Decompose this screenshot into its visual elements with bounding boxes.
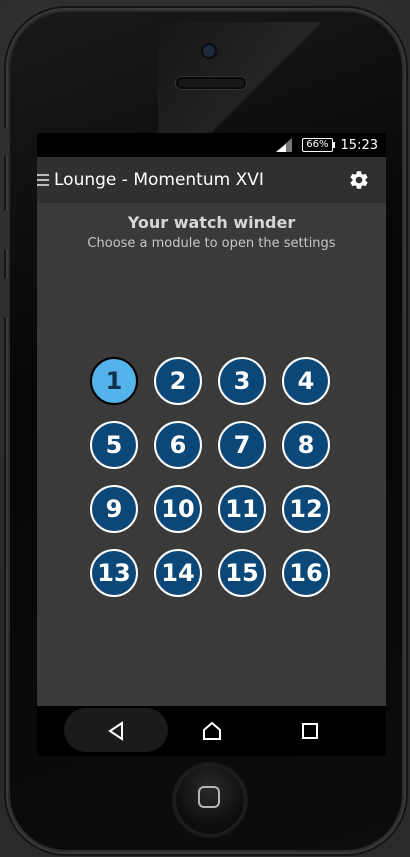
- module-button-2[interactable]: 2: [154, 357, 202, 405]
- volume-down-button: [4, 278, 9, 318]
- recent-apps-icon[interactable]: [299, 720, 321, 742]
- module-button-9[interactable]: 9: [90, 485, 138, 533]
- app-bar: Lounge - Momentum XVI: [37, 157, 386, 203]
- gear-icon[interactable]: [348, 169, 370, 191]
- back-icon[interactable]: [105, 720, 127, 742]
- page-subtitle: Choose a module to open the settings: [87, 236, 336, 251]
- module-button-4[interactable]: 4: [282, 357, 330, 405]
- header-section: Your watch winder Choose a module to ope…: [37, 213, 386, 251]
- menu-icon[interactable]: [37, 174, 49, 186]
- physical-home-button[interactable]: [174, 764, 246, 836]
- module-button-3[interactable]: 3: [218, 357, 266, 405]
- module-button-7[interactable]: 7: [218, 421, 266, 469]
- module-button-10[interactable]: 10: [154, 485, 202, 533]
- module-button-13[interactable]: 13: [90, 549, 138, 597]
- page-title: Your watch winder: [127, 213, 296, 232]
- mute-switch: [4, 128, 9, 156]
- home-icon[interactable]: [201, 720, 223, 742]
- phone-screen: 66% 15:23 Lounge - Momentum XVI Your wat…: [37, 133, 386, 753]
- front-camera: [203, 45, 215, 57]
- module-button-8[interactable]: 8: [282, 421, 330, 469]
- module-button-14[interactable]: 14: [154, 549, 202, 597]
- status-bar: 66% 15:23: [37, 133, 386, 157]
- status-time: 15:23: [340, 137, 378, 153]
- earpiece-speaker: [176, 77, 246, 89]
- module-button-6[interactable]: 6: [154, 421, 202, 469]
- module-button-11[interactable]: 11: [218, 485, 266, 533]
- navigation-bar: [37, 706, 386, 756]
- battery-level: 66%: [306, 139, 329, 150]
- signal-icon: [276, 138, 293, 152]
- battery-icon: 66%: [302, 138, 335, 152]
- home-button-square-icon: [198, 786, 220, 808]
- app-title: Lounge - Momentum XVI: [54, 170, 264, 190]
- module-grid: 1 2 3 4 5 6 7 8 9 10 11 12 13 14 15 16: [90, 357, 350, 617]
- module-button-1[interactable]: 1: [90, 357, 138, 405]
- module-button-5[interactable]: 5: [90, 421, 138, 469]
- volume-up-button: [4, 210, 9, 250]
- module-button-16[interactable]: 16: [282, 549, 330, 597]
- module-button-15[interactable]: 15: [218, 549, 266, 597]
- module-button-12[interactable]: 12: [282, 485, 330, 533]
